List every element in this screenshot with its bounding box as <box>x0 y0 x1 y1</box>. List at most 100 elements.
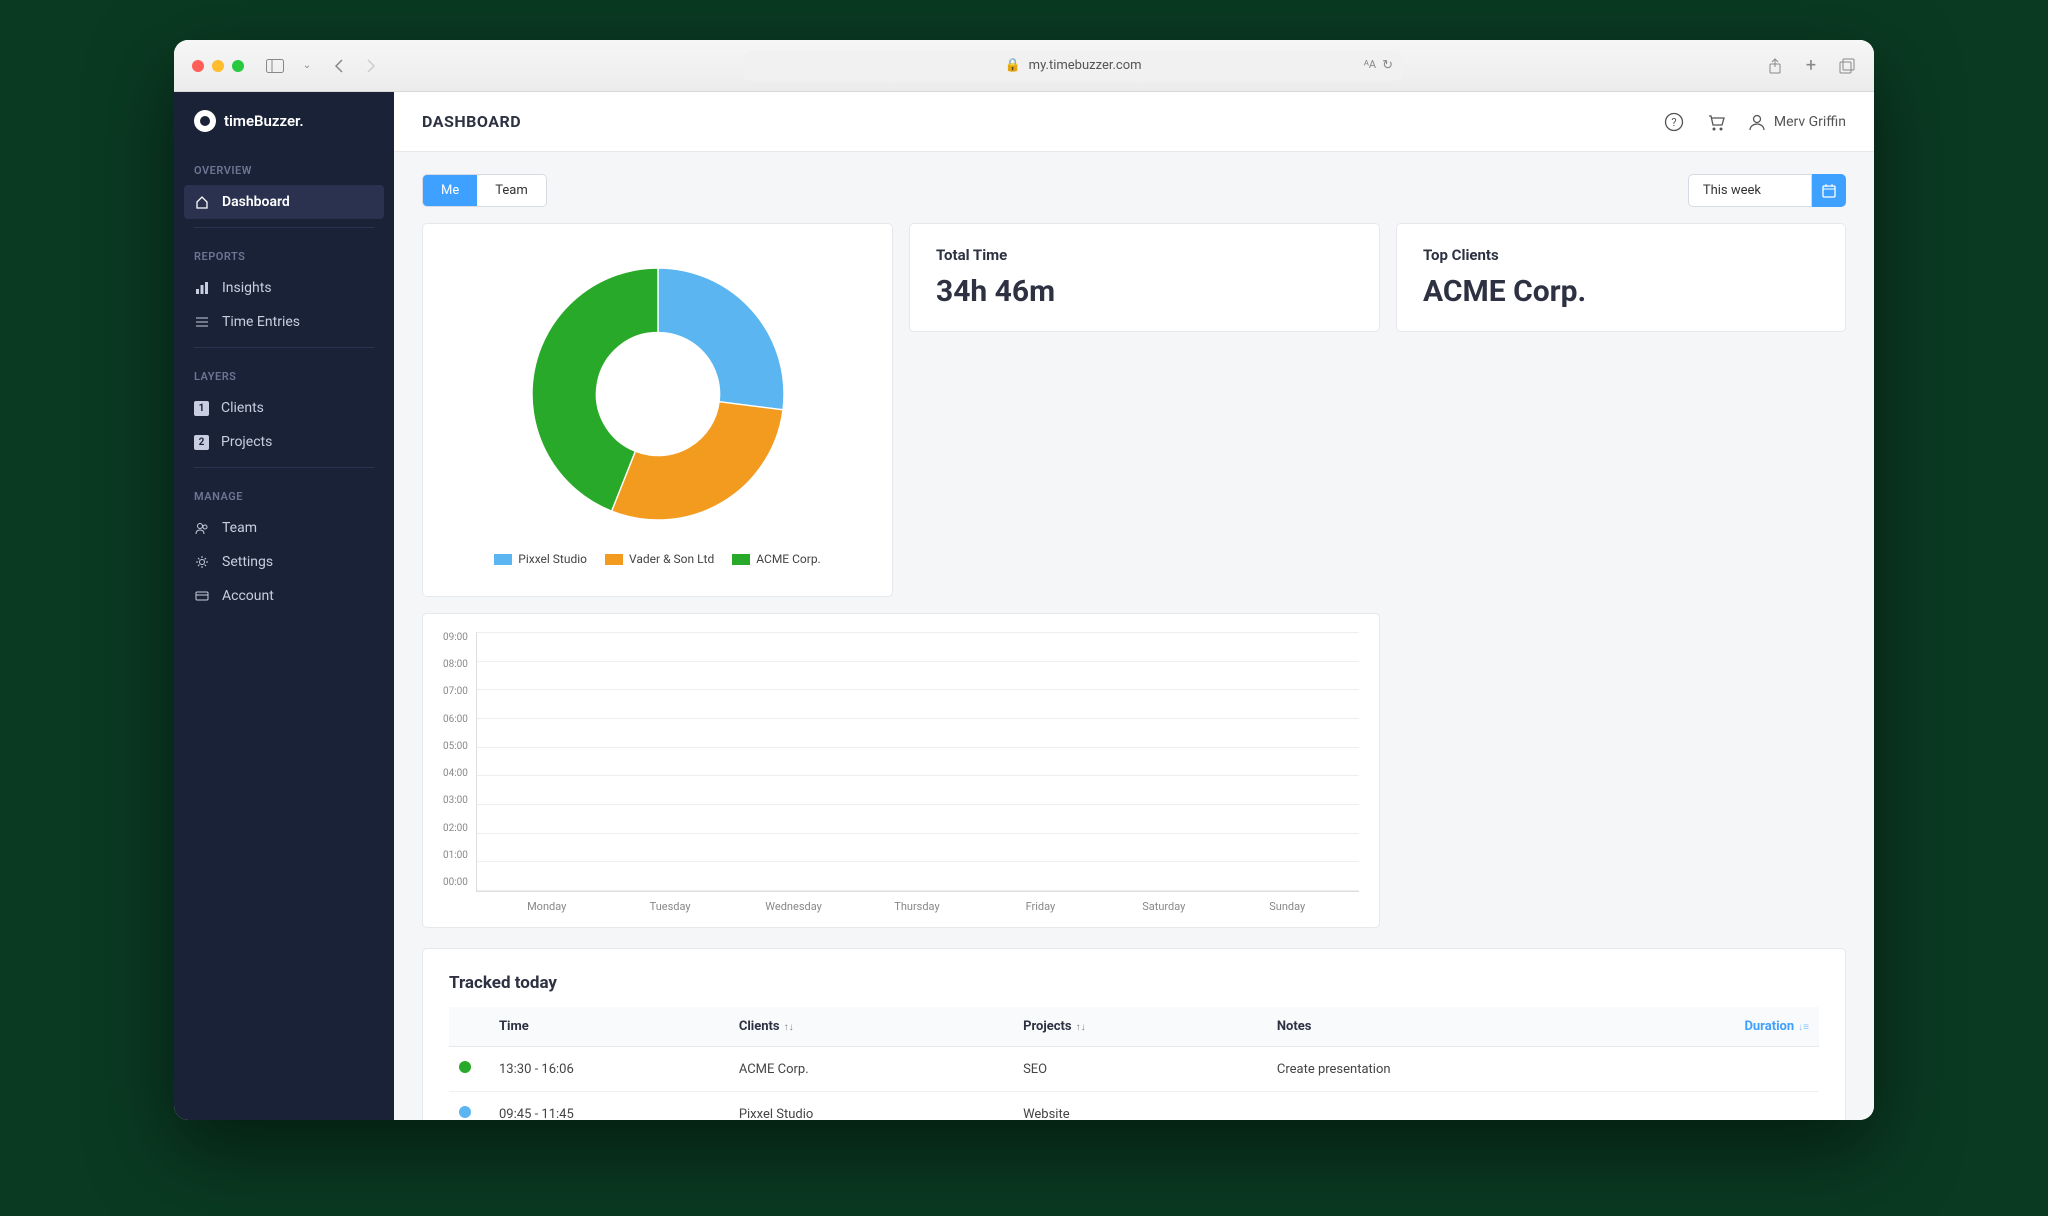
cell-time: 13:30 - 16:06 <box>489 1047 729 1092</box>
col-clients[interactable]: Clients↑↓ <box>729 1007 1013 1047</box>
address-bar[interactable]: 🔒 my.timebuzzer.com ᴬA ↻ <box>743 51 1403 81</box>
legend-item[interactable]: Vader & Son Ltd <box>605 552 714 566</box>
minimize-window-button[interactable] <box>212 60 224 72</box>
cell-project: Website <box>1013 1092 1267 1121</box>
col-projects[interactable]: Projects↑↓ <box>1013 1007 1267 1047</box>
col-time: Time <box>489 1007 729 1047</box>
cell-client: ACME Corp. <box>729 1047 1013 1092</box>
main-area: DASHBOARD ? Merv Griffin MeTeam This wee… <box>394 92 1874 1120</box>
legend-item[interactable]: Pixxel Studio <box>494 552 587 566</box>
row-color-dot <box>459 1061 471 1073</box>
layer-number-icon: 2 <box>194 435 209 450</box>
legend-swatch <box>494 554 512 565</box>
lock-icon: 🔒 <box>1004 58 1020 73</box>
legend-label: Vader & Son Ltd <box>629 552 714 566</box>
calendar-button[interactable] <box>1812 174 1846 207</box>
col-duration[interactable]: Duration↓≡ <box>1605 1007 1819 1047</box>
top-clients-card: Top Clients ACME Corp. <box>1396 223 1846 332</box>
donut-slice[interactable] <box>658 268 784 410</box>
cell-time: 09:45 - 11:45 <box>489 1092 729 1121</box>
sidebar: timeBuzzer. OVERVIEWDashboardREPORTSInsi… <box>174 92 394 1120</box>
top-clients-value: ACME Corp. <box>1423 274 1819 309</box>
logo-mark-icon <box>194 110 216 132</box>
brand-logo[interactable]: timeBuzzer. <box>174 110 394 150</box>
sort-desc-icon: ↓≡ <box>1798 1022 1809 1033</box>
tracked-today-title: Tracked today <box>449 973 1819 993</box>
card-icon <box>194 588 210 604</box>
sidebar-item-clients[interactable]: 1Clients <box>174 391 394 425</box>
share-icon[interactable] <box>1766 57 1784 75</box>
cell-duration <box>1605 1047 1819 1092</box>
col-notes: Notes <box>1267 1007 1605 1047</box>
forward-button[interactable] <box>362 57 380 75</box>
tabs-icon[interactable] <box>1838 57 1856 75</box>
sidebar-item-projects[interactable]: 2Projects <box>174 425 394 459</box>
total-time-label: Total Time <box>936 246 1353 264</box>
donut-chart <box>518 254 798 534</box>
table-row[interactable]: 13:30 - 16:06ACME Corp.SEOCreate present… <box>449 1047 1819 1092</box>
help-icon[interactable]: ? <box>1664 112 1684 132</box>
nav-label: Time Entries <box>222 314 300 330</box>
user-menu[interactable]: Merv Griffin <box>1748 113 1846 131</box>
nav-label: Insights <box>222 280 272 296</box>
cell-notes <box>1267 1092 1605 1121</box>
nav-label: Settings <box>222 554 273 570</box>
cell-client: Pixxel Studio <box>729 1092 1013 1121</box>
sidebar-item-settings[interactable]: Settings <box>174 545 394 579</box>
legend-swatch <box>732 554 750 565</box>
team-icon <box>194 520 210 536</box>
legend-swatch <box>605 554 623 565</box>
browser-window: ⌄ 🔒 my.timebuzzer.com ᴬA ↻ + timeBuz <box>174 40 1874 1120</box>
donut-legend: Pixxel Studio Vader & Son Ltd ACME Corp. <box>494 552 820 566</box>
sidebar-item-account[interactable]: Account <box>174 579 394 613</box>
tracked-today-card: Tracked today Time Clients↑↓ Projects↑↓ … <box>422 948 1846 1120</box>
total-time-value: 34h 46m <box>936 274 1353 309</box>
brand-name: timeBuzzer. <box>224 112 304 130</box>
sidebar-item-insights[interactable]: Insights <box>174 271 394 305</box>
total-time-card: Total Time 34h 46m <box>909 223 1380 332</box>
sidebar-section-label: MANAGE <box>174 476 394 511</box>
sort-icon: ↑↓ <box>1076 1022 1086 1033</box>
nav-label: Team <box>222 520 257 536</box>
layer-number-icon: 1 <box>194 401 209 416</box>
scope-segmented-control: MeTeam <box>422 174 547 207</box>
bar-x-axis: MondayTuesdayWednesdayThursdayFridaySatu… <box>443 892 1359 913</box>
row-color-dot <box>459 1106 471 1118</box>
page-title: DASHBOARD <box>422 112 521 131</box>
home-icon <box>194 194 210 210</box>
back-button[interactable] <box>330 57 348 75</box>
list-icon <box>194 314 210 330</box>
sidebar-item-team[interactable]: Team <box>174 511 394 545</box>
legend-label: Pixxel Studio <box>518 552 587 566</box>
donut-chart-card: Pixxel Studio Vader & Son Ltd ACME Corp. <box>422 223 893 597</box>
sidebar-section-label: LAYERS <box>174 356 394 391</box>
chevron-down-icon[interactable]: ⌄ <box>298 57 316 75</box>
table-row[interactable]: 09:45 - 11:45Pixxel StudioWebsite <box>449 1092 1819 1121</box>
close-window-button[interactable] <box>192 60 204 72</box>
user-icon <box>1748 113 1766 131</box>
sidebar-toggle-icon[interactable] <box>266 57 284 75</box>
refresh-icon[interactable]: ↻ <box>1382 58 1393 73</box>
sidebar-item-time-entries[interactable]: Time Entries <box>174 305 394 339</box>
top-clients-label: Top Clients <box>1423 246 1819 264</box>
page-header: DASHBOARD ? Merv Griffin <box>394 92 1874 152</box>
scope-tab-me[interactable]: Me <box>423 175 477 206</box>
cart-icon[interactable] <box>1706 112 1726 132</box>
date-range-input[interactable]: This week <box>1688 174 1812 207</box>
donut-slice[interactable] <box>611 402 782 520</box>
url-text: my.timebuzzer.com <box>1029 58 1142 73</box>
reader-icon[interactable]: ᴬA <box>1364 58 1376 73</box>
nav-label: Dashboard <box>222 194 290 210</box>
new-tab-icon[interactable]: + <box>1802 57 1820 75</box>
legend-item[interactable]: ACME Corp. <box>732 552 820 566</box>
cell-project: SEO <box>1013 1047 1267 1092</box>
sidebar-item-dashboard[interactable]: Dashboard <box>184 185 384 219</box>
bar-y-axis: 09:0008:0007:0006:0005:0004:0003:0002:00… <box>443 632 468 892</box>
traffic-lights <box>192 60 244 72</box>
bar-plot-area <box>476 632 1359 892</box>
maximize-window-button[interactable] <box>232 60 244 72</box>
scope-tab-team[interactable]: Team <box>477 175 546 206</box>
sidebar-section-label: OVERVIEW <box>174 150 394 185</box>
titlebar: ⌄ 🔒 my.timebuzzer.com ᴬA ↻ + <box>174 40 1874 92</box>
legend-label: ACME Corp. <box>756 552 820 566</box>
